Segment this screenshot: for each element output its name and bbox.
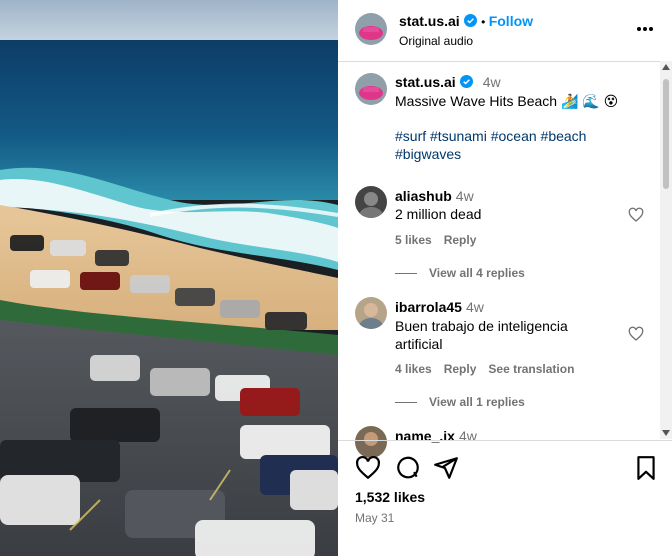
audio-label[interactable]: Original audio bbox=[399, 34, 533, 48]
view-replies-button[interactable]: View all 4 replies bbox=[395, 266, 525, 280]
comment-text: Buen trabajo de inteligencia artificial bbox=[395, 318, 568, 352]
replies-divider bbox=[395, 402, 417, 404]
reply-button[interactable]: Reply bbox=[444, 233, 477, 247]
comment-username[interactable]: ibarrola45 bbox=[395, 299, 462, 315]
post-sidebar: stat.us.ai • Follow Original audio stat.… bbox=[338, 0, 672, 556]
commenter-avatar[interactable] bbox=[355, 186, 387, 218]
comment-meta: 5 likes Reply bbox=[395, 233, 488, 247]
caption-time[interactable]: 4w bbox=[483, 74, 501, 90]
more-options-icon[interactable] bbox=[636, 26, 654, 32]
caption-username[interactable]: stat.us.ai bbox=[395, 74, 456, 90]
comment-likes[interactable]: 5 likes bbox=[395, 233, 432, 247]
scroll-down-arrow-icon[interactable] bbox=[662, 430, 670, 436]
comment-likes[interactable]: 4 likes bbox=[395, 362, 432, 376]
comments-scrollbar[interactable] bbox=[660, 61, 672, 439]
comment-meta: 4 likes Reply See translation bbox=[395, 362, 586, 376]
beach-wave-image bbox=[0, 0, 338, 556]
caption-username-row: stat.us.ai 4w bbox=[395, 74, 501, 90]
view-replies-button[interactable]: View all 1 replies bbox=[395, 395, 525, 409]
comment-time[interactable]: 4w bbox=[456, 188, 474, 204]
follow-button[interactable]: Follow bbox=[489, 13, 533, 29]
bookmark-icon[interactable] bbox=[633, 455, 659, 481]
verified-badge-icon bbox=[459, 75, 473, 88]
likes-count[interactable]: 1,532 likes bbox=[355, 489, 425, 505]
separator-dot: • bbox=[481, 15, 489, 29]
share-icon[interactable] bbox=[433, 455, 459, 481]
scroll-thumb[interactable] bbox=[663, 79, 669, 189]
hashtags-line-1[interactable]: #surf #tsunami #ocean #beach bbox=[395, 127, 645, 145]
author-username[interactable]: stat.us.ai bbox=[399, 13, 460, 29]
comment-icon[interactable] bbox=[395, 455, 421, 481]
heart-icon[interactable] bbox=[628, 207, 644, 223]
author-avatar-small[interactable] bbox=[355, 73, 387, 105]
post-video[interactable] bbox=[0, 0, 338, 556]
verified-badge-icon bbox=[463, 14, 477, 27]
comment-text: 2 million dead bbox=[395, 206, 482, 222]
heart-icon[interactable] bbox=[355, 455, 381, 481]
reply-button[interactable]: Reply bbox=[444, 362, 477, 376]
author-avatar[interactable] bbox=[355, 13, 387, 45]
comment-header: ibarrola45 4w bbox=[395, 299, 484, 315]
post-header: stat.us.ai • Follow Original audio bbox=[338, 0, 672, 62]
author-info: stat.us.ai • Follow Original audio bbox=[399, 13, 533, 48]
comment-header: aliashub 4w bbox=[395, 188, 474, 204]
post-actions: 1,532 likes May 31 bbox=[338, 440, 672, 556]
comment-username[interactable]: aliashub bbox=[395, 188, 452, 204]
view-replies-label: View all 4 replies bbox=[429, 266, 525, 280]
caption-text: Massive Wave Hits Beach 🏄 🌊 😵 bbox=[395, 93, 619, 109]
post-date[interactable]: May 31 bbox=[355, 511, 394, 525]
replies-divider bbox=[395, 273, 417, 275]
comment-time[interactable]: 4w bbox=[466, 299, 484, 315]
view-replies-label: View all 1 replies bbox=[429, 395, 525, 409]
commenter-avatar[interactable] bbox=[355, 297, 387, 329]
see-translation-button[interactable]: See translation bbox=[488, 362, 574, 376]
hashtags-line-2[interactable]: #bigwaves bbox=[395, 145, 645, 163]
scroll-up-arrow-icon[interactable] bbox=[662, 64, 670, 70]
heart-icon[interactable] bbox=[628, 326, 644, 342]
